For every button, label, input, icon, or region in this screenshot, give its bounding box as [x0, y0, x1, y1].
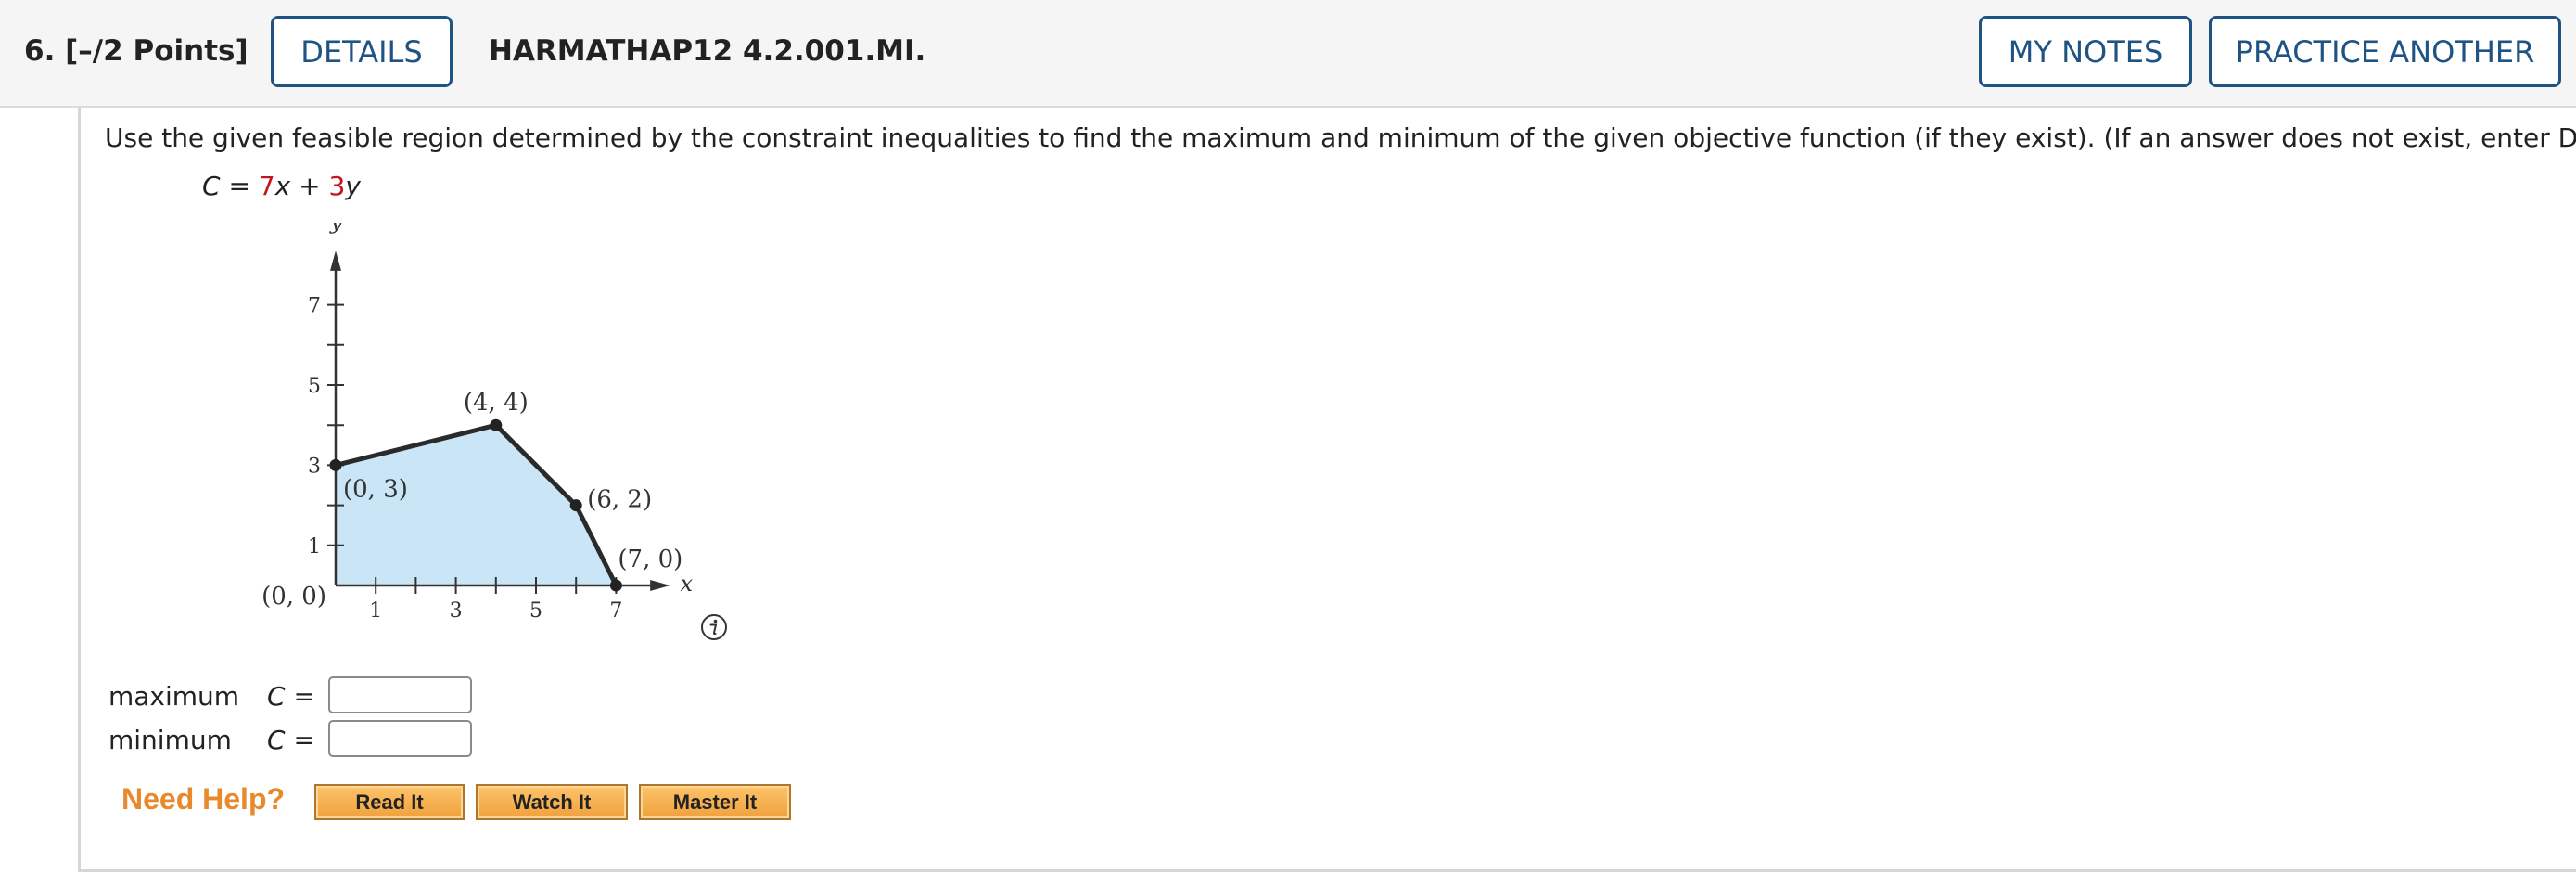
objective-var-y: y — [345, 171, 361, 201]
minimum-input[interactable] — [328, 720, 472, 757]
minimum-label: minimum — [108, 725, 232, 755]
watch-it-button[interactable]: Watch It — [476, 784, 628, 820]
objective-var-x: x — [274, 171, 291, 201]
maximum-input[interactable] — [328, 676, 472, 713]
vertex-label: (4, 4) — [464, 389, 529, 417]
objective-equals: = — [220, 171, 259, 201]
x-tick-label: 7 — [609, 599, 622, 623]
x-axis-label: x — [681, 571, 694, 597]
vertex-label: (7, 0) — [618, 546, 682, 573]
objective-plus: + — [290, 171, 329, 201]
minimum-equation: C = — [267, 725, 315, 755]
objective-coef-x: 7 — [258, 171, 275, 201]
maximum-label: maximum — [108, 681, 240, 712]
x-axis-arrow — [650, 580, 670, 591]
my-notes-button[interactable]: MY NOTES — [1979, 16, 2192, 87]
vertex-label: (6, 2) — [587, 486, 652, 514]
y-axis-arrow — [330, 251, 341, 271]
need-help-label: Need Help? — [121, 782, 286, 816]
question-id: HARMATHAP12 4.2.001.MI. — [489, 34, 926, 68]
info-icon[interactable] — [700, 613, 728, 641]
question-header: 6. [–/2 Points] DETAILS HARMATHAP12 4.2.… — [0, 0, 2576, 108]
feasible-region-graph: 1 3 5 71357 (0, 0)(0, 3)(4, 4)(6, 2)(7, 0) … — [261, 223, 694, 623]
objective-lhs: C — [202, 171, 221, 201]
objective-coef-y: 3 — [328, 171, 346, 201]
y-tick-label: 5 — [308, 375, 321, 398]
objective-function: C = 7x + 3y — [202, 171, 361, 201]
y-tick-label: 7 — [308, 295, 321, 318]
vertex-label: (0, 0) — [261, 583, 326, 611]
x-tick-label: 1 — [369, 599, 382, 623]
y-axis-label: y — [329, 223, 343, 235]
vertex-label: (0, 3) — [343, 475, 408, 503]
x-tick-label: 3 — [450, 599, 463, 623]
vertex-point — [329, 458, 342, 471]
question-number: 6. [–/2 Points] — [24, 34, 249, 68]
read-it-button[interactable]: Read It — [314, 784, 465, 820]
y-tick-label: 1 — [308, 535, 321, 559]
maximum-equation: C = — [267, 681, 315, 712]
minimum-equals: = — [285, 725, 315, 755]
vertex-point — [490, 418, 503, 431]
practice-another-button[interactable]: PRACTICE ANOTHER — [2209, 16, 2561, 87]
x-tick-label: 5 — [529, 599, 542, 623]
question-prompt: Use the given feasible region determined… — [105, 122, 2576, 153]
details-button[interactable]: DETAILS — [271, 16, 453, 87]
maximum-lhs: C — [267, 681, 286, 712]
master-it-button[interactable]: Master It — [639, 784, 791, 820]
y-tick-label: 3 — [308, 455, 321, 478]
vertex-point — [609, 579, 622, 592]
minimum-lhs: C — [267, 725, 286, 755]
maximum-equals: = — [285, 681, 315, 712]
vertex-point — [569, 499, 582, 512]
